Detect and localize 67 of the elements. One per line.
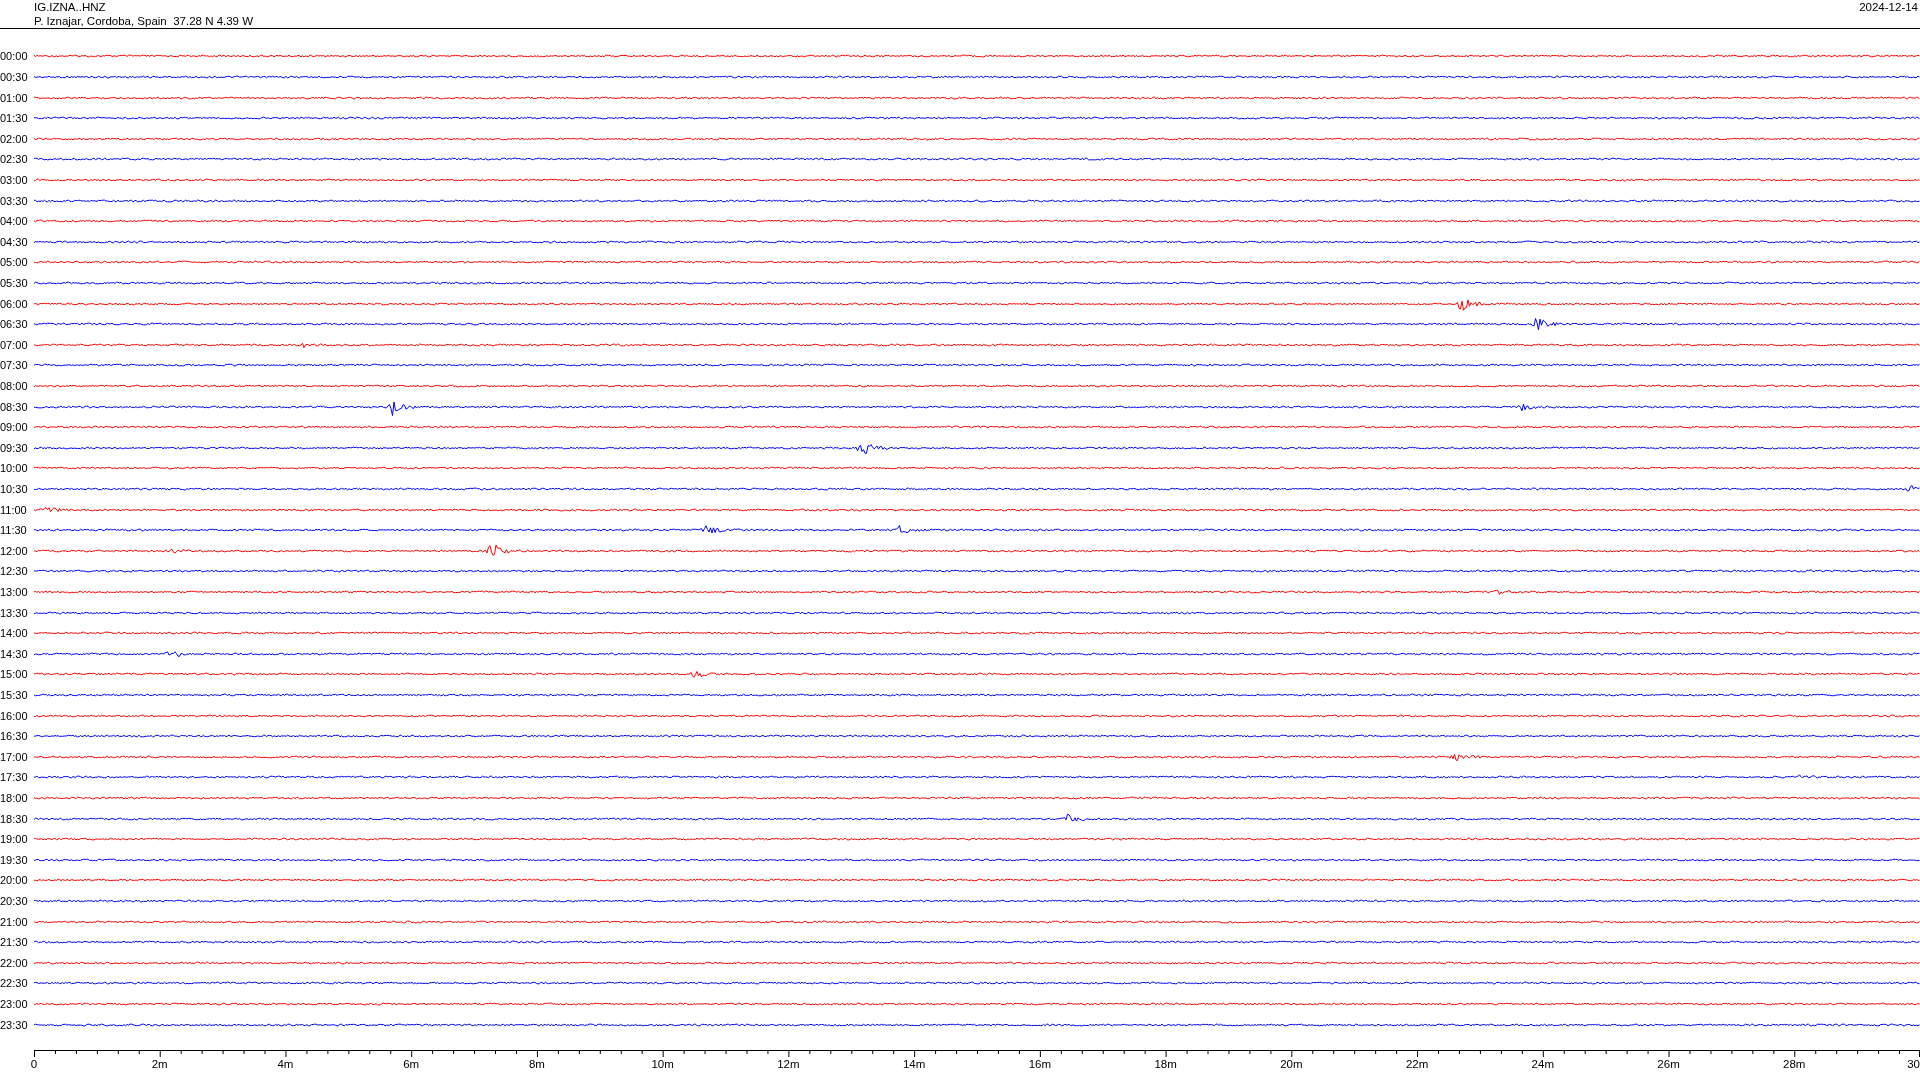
time-label: 03:30 [0,194,29,207]
time-label: 04:30 [0,235,29,248]
axis-label: 12m [777,1058,800,1070]
station-code: IG.IZNA..HNZ [34,0,107,14]
time-label: 00:30 [0,70,29,83]
time-label: 07:30 [0,359,29,372]
axis-label: 8m [528,1058,545,1070]
time-label: 21:00 [0,915,29,928]
time-label: 19:30 [0,853,29,866]
time-label: 07:00 [0,338,29,351]
axis-label: 30 [1907,1058,1920,1070]
time-label: 22:30 [0,977,29,990]
time-label: 15:00 [0,668,29,681]
time-label: 09:00 [0,421,29,434]
time-label: 16:00 [0,709,29,722]
time-label: 08:00 [0,379,29,392]
axis-label: 18m [1154,1058,1177,1070]
time-label: 01:30 [0,112,29,125]
time-label: 02:30 [0,153,29,166]
time-label: 00:00 [0,50,29,63]
time-label: 14:00 [0,627,29,640]
time-label: 12:00 [0,544,29,557]
time-label: 22:00 [0,956,29,969]
axis-label: 20m [1280,1058,1303,1070]
axis-label: 14m [902,1058,926,1070]
time-label: 04:00 [0,215,29,228]
time-label: 13:30 [0,606,29,619]
axis-label: 28m [1783,1058,1806,1070]
axis-label: 4m [277,1058,294,1070]
time-label: 05:30 [0,276,29,289]
time-label: 11:00 [0,503,28,516]
time-label: 03:00 [0,173,29,186]
axis-label: 16m [1028,1058,1052,1070]
time-label: 02:00 [0,132,29,145]
axis-label: 24m [1531,1058,1554,1070]
time-label: 20:00 [0,874,29,887]
time-label: 01:00 [0,91,29,104]
axis-label: 26m [1657,1058,1680,1070]
time-label: 16:30 [0,730,29,743]
record-date: 2024-12-14 [1859,0,1918,15]
axis-label: 0 [30,1058,38,1070]
time-label: 18:30 [0,812,29,825]
station-location: P. Iznajar, Cordoba, Spain 37.28 N 4.39 W [34,14,254,28]
time-label: 10:00 [0,462,29,475]
time-label: 17:30 [0,771,29,784]
time-label: 20:30 [0,895,29,908]
time-label: 09:30 [0,441,29,454]
time-label: 05:00 [0,256,29,269]
time-label: 23:30 [0,1018,29,1031]
axis-label: 2m [151,1058,168,1070]
time-label: 21:30 [0,936,29,949]
time-label: 19:00 [0,833,29,846]
time-label: 12:30 [0,565,29,578]
time-label: 13:00 [0,586,29,598]
time-label: 23:00 [0,998,29,1011]
axis-label: 22m [1405,1058,1429,1070]
time-label: 15:30 [0,689,29,701]
time-label: 17:00 [0,750,29,763]
time-label: 08:30 [0,400,29,413]
time-label: 10:30 [0,482,29,495]
time-label: 18:00 [0,792,29,805]
axis-label: 10m [651,1058,674,1070]
time-label: 06:30 [0,318,29,331]
axis-label: 6m [403,1058,420,1070]
time-label: 11:30 [0,524,28,537]
time-label: 14:30 [0,647,29,660]
time-label: 06:00 [0,297,29,310]
